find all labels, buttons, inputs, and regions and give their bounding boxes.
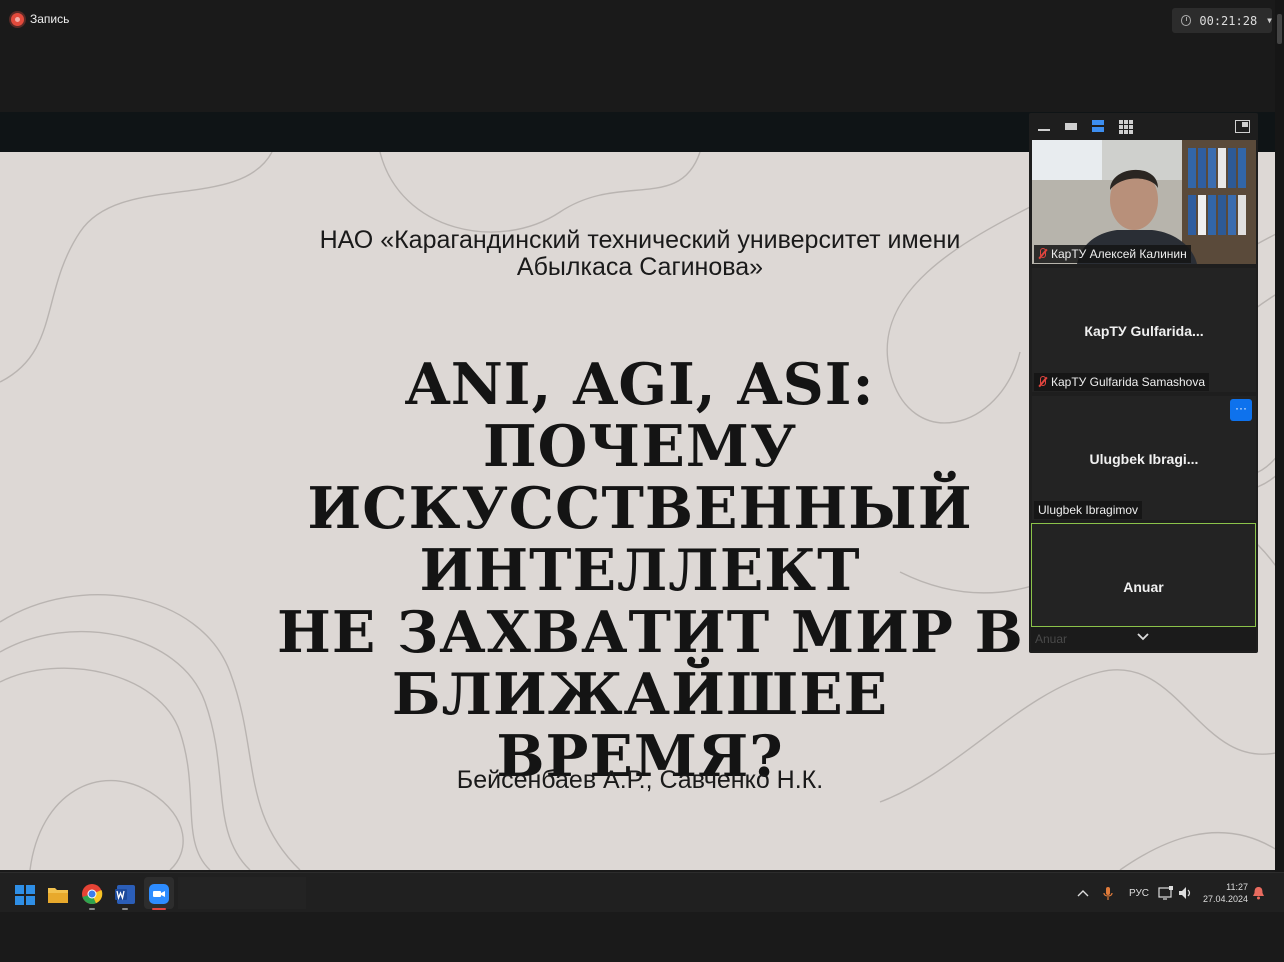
clock[interactable]: 11:27 27.04.2024 <box>1202 873 1248 913</box>
meeting-top-bar: Запись 00:21:28 ▼ <box>0 0 1284 112</box>
chrome-icon[interactable] <box>79 881 105 907</box>
zoom-icon[interactable] <box>146 881 172 907</box>
title-line: ИСКУССТВЕННЫЙ <box>307 475 973 542</box>
chevron-up-icon[interactable] <box>1077 889 1089 897</box>
org-line-2: Абылкаса Сагинова» <box>516 253 764 281</box>
mic-muted-icon <box>1038 376 1047 388</box>
chevron-down-icon[interactable] <box>1136 632 1150 642</box>
bottom-area <box>0 912 1284 962</box>
single-view-icon[interactable] <box>1064 120 1078 132</box>
running-indicator <box>89 908 95 910</box>
scrollbar-thumb[interactable] <box>1277 14 1282 44</box>
windows-taskbar: РУС 11:27 27.04.2024 <box>0 872 1284 913</box>
volume-icon[interactable] <box>1178 886 1192 900</box>
taskbar-empty-area <box>178 877 306 909</box>
participant-tile-active[interactable]: Anuar <box>1031 523 1256 627</box>
clock-time: 11:27 <box>1226 882 1248 892</box>
slide-title: ANI, AGI, ASI: ПОЧЕМУ ИСКУССТВЕННЫЙ ИНТЕ… <box>240 354 1040 788</box>
microphone-icon[interactable] <box>1102 886 1114 901</box>
recording-indicator[interactable]: Запись <box>11 12 69 26</box>
vertical-scrollbar[interactable] <box>1275 0 1284 962</box>
participant-tile[interactable]: Ulugbek Ibragi... Ulugbek Ibragimov <box>1032 396 1256 520</box>
network-icon[interactable] <box>1158 886 1174 900</box>
participant-display-name: Ulugbek Ibragi... <box>1089 451 1199 467</box>
participant-label: КарТУ Gulfarida Samashova <box>1034 373 1210 391</box>
participant-tile[interactable]: КарТУ Алексей Калинин <box>1032 140 1256 264</box>
participant-name: КарТУ Gulfarida Samashova <box>1051 375 1206 389</box>
minimize-view-icon[interactable] <box>1037 120 1051 132</box>
file-explorer-icon[interactable] <box>45 881 71 907</box>
language-indicator[interactable]: РУС <box>1129 873 1149 913</box>
title-line: ИНТЕЛЛЕКТ <box>419 537 861 604</box>
pop-out-icon[interactable] <box>1235 120 1250 133</box>
windows-start-icon[interactable] <box>12 881 38 907</box>
participant-name: Anuar <box>1035 632 1068 646</box>
participant-label: КарТУ Алексей Калинин <box>1034 245 1191 263</box>
title-line: ANI, AGI, ASI: ПОЧЕМУ <box>405 351 875 480</box>
more-options-button[interactable]: ··· <box>1230 399 1252 421</box>
running-indicator <box>152 908 166 910</box>
timer-value: 00:21:28 <box>1199 13 1258 28</box>
meeting-timer[interactable]: 00:21:28 ▼ <box>1172 8 1272 33</box>
participant-name: КарТУ Алексей Калинин <box>1051 247 1187 261</box>
clock-date: 27.04.2024 <box>1202 894 1248 904</box>
slide-authors: Бейсенбаев А.Р., Савченко Н.К. <box>456 766 824 794</box>
title-line: НЕ ЗАХВАТИТ МИР В <box>256 599 1024 666</box>
chevron-down-icon[interactable]: ▼ <box>1267 16 1272 25</box>
gallery-view-icon[interactable] <box>1119 120 1133 134</box>
participant-display-name: КарТУ Gulfarida... <box>1084 323 1204 339</box>
view-switcher <box>1029 113 1258 139</box>
mic-muted-icon <box>1038 248 1047 260</box>
clock-icon <box>1181 15 1192 26</box>
notification-bell-icon[interactable] <box>1252 886 1265 900</box>
strip-view-icon[interactable] <box>1091 120 1105 132</box>
org-line-1: НАО «Карагандинский технический универси… <box>319 226 961 254</box>
participant-display-name: Anuar <box>1123 579 1164 595</box>
record-icon <box>11 12 24 26</box>
word-icon[interactable] <box>112 881 138 907</box>
organization-name: НАО «Карагандинский технический универси… <box>260 227 1020 281</box>
recording-label: Запись <box>30 12 70 26</box>
running-indicator <box>122 908 128 910</box>
participant-tile[interactable]: КарТУ Gulfarida... КарТУ Gulfarida Samas… <box>1032 268 1256 392</box>
participant-name: Ulugbek Ibragimov <box>1038 503 1139 517</box>
panel-footer: Anuar <box>1031 627 1256 651</box>
participant-label: Ulugbek Ibragimov <box>1034 501 1143 519</box>
